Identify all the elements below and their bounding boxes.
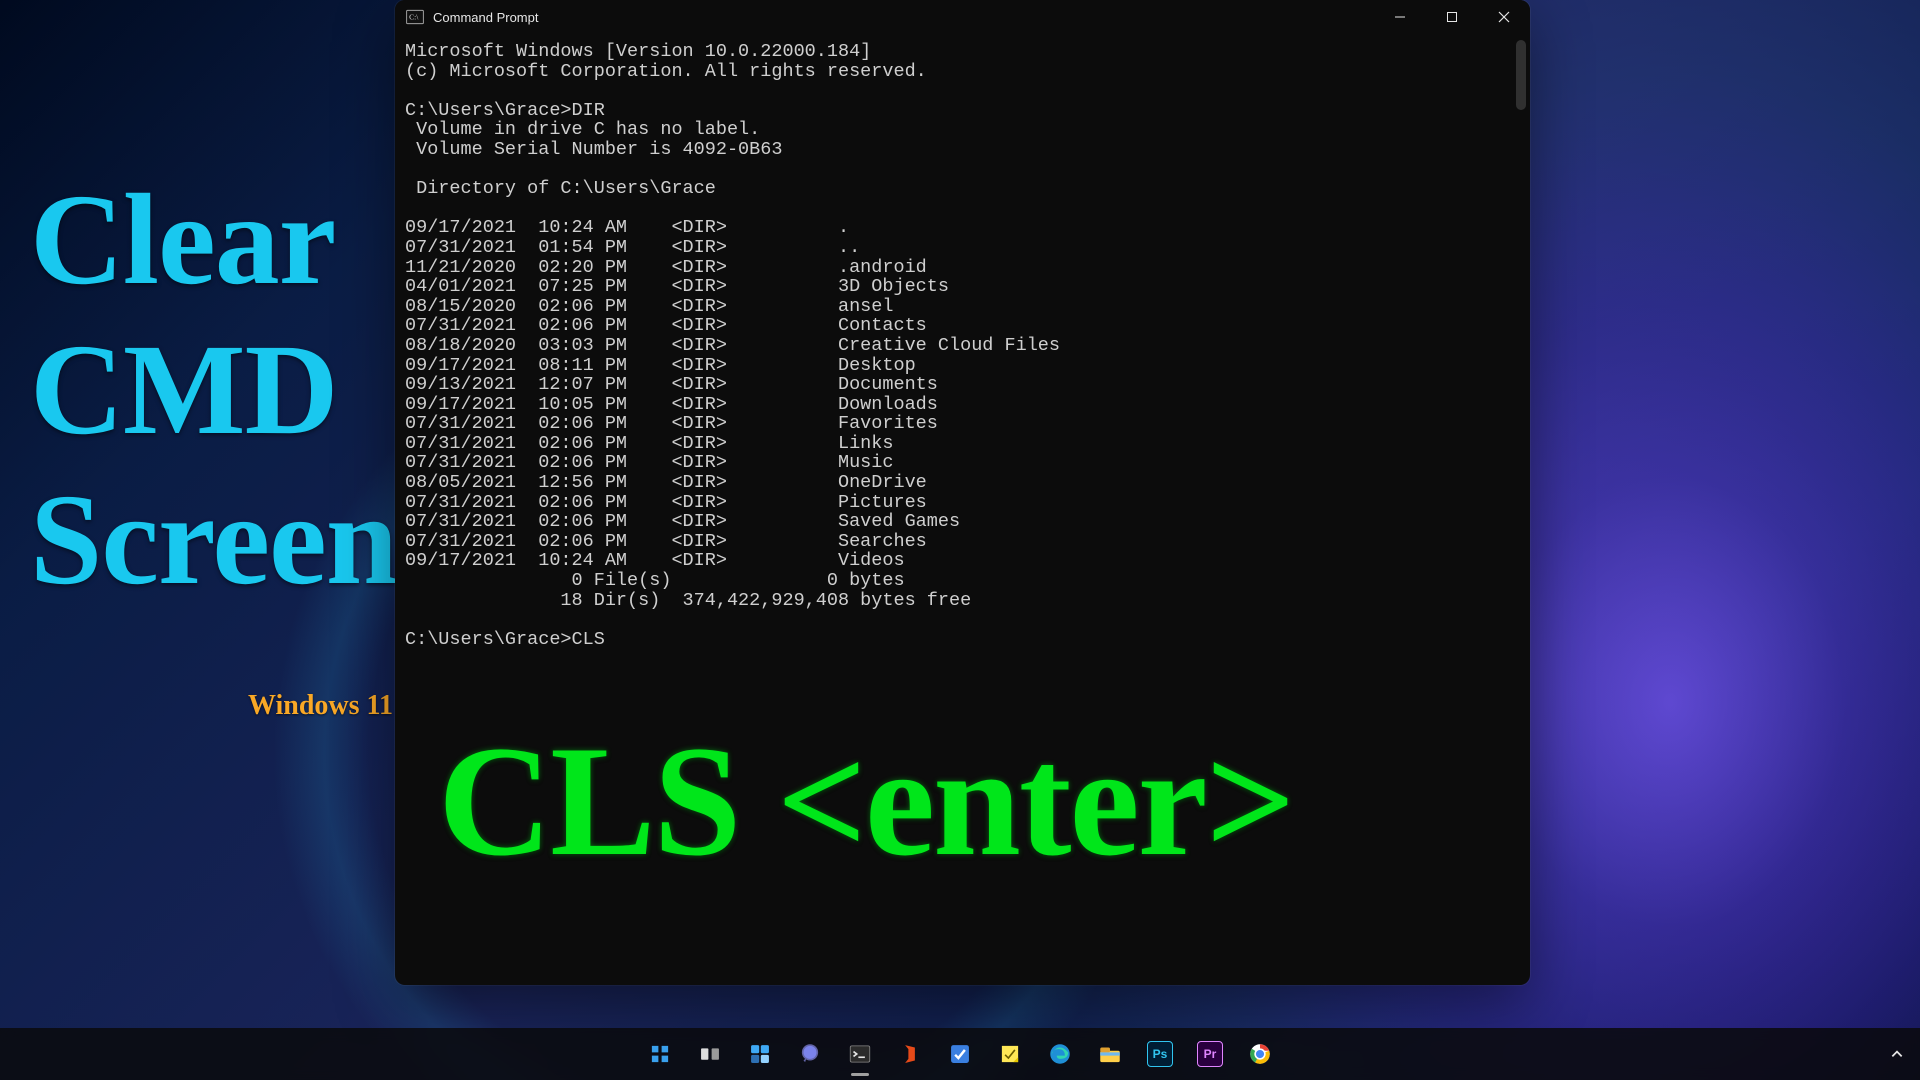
headline-line3: Screen: [30, 475, 397, 605]
window-controls: [1374, 0, 1530, 34]
system-tray-chevron-icon[interactable]: [1882, 1034, 1912, 1074]
maximize-button[interactable]: [1426, 0, 1478, 34]
taskbar-center-items: PsPr: [640, 1034, 1280, 1074]
taskbar-photoshop-icon[interactable]: Ps: [1140, 1034, 1180, 1074]
taskbar-edge-icon[interactable]: [1040, 1034, 1080, 1074]
taskbar-chrome-icon[interactable]: [1240, 1034, 1280, 1074]
taskbar-start-icon[interactable]: [640, 1034, 680, 1074]
headline-line2: CMD: [30, 325, 397, 455]
headline-line1: Clear: [30, 175, 397, 305]
close-button[interactable]: [1478, 0, 1530, 34]
taskbar-mstodo-icon[interactable]: [940, 1034, 980, 1074]
thumbnail-headline: Clear CMD Screen: [30, 175, 397, 625]
taskbar-premiere-icon[interactable]: Pr: [1190, 1034, 1230, 1074]
taskbar-right: [1882, 1028, 1912, 1080]
cls-instruction-overlay: CLS <enter>: [438, 735, 1294, 869]
window-titlebar[interactable]: C:\ Command Prompt: [395, 0, 1530, 34]
taskbar-office-icon[interactable]: [890, 1034, 930, 1074]
desktop-background[interactable]: Clear CMD Screen Windows 11 C:\ Command …: [0, 0, 1920, 1080]
window-title: Command Prompt: [433, 10, 538, 25]
taskbar-widgets-icon[interactable]: [740, 1034, 780, 1074]
taskbar-stickynotes-icon[interactable]: [990, 1034, 1030, 1074]
taskbar-taskview-icon[interactable]: [690, 1034, 730, 1074]
minimize-button[interactable]: [1374, 0, 1426, 34]
taskbar-explorer-icon[interactable]: [1090, 1034, 1130, 1074]
thumbnail-subtitle: Windows 11: [248, 690, 393, 722]
taskbar-terminal-icon[interactable]: [840, 1034, 880, 1074]
scrollbar-thumb[interactable]: [1516, 40, 1526, 110]
taskbar[interactable]: PsPr: [0, 1028, 1920, 1080]
taskbar-chat-icon[interactable]: [790, 1034, 830, 1074]
svg-text:C:\: C:\: [409, 13, 419, 22]
command-prompt-icon: C:\: [405, 7, 425, 27]
